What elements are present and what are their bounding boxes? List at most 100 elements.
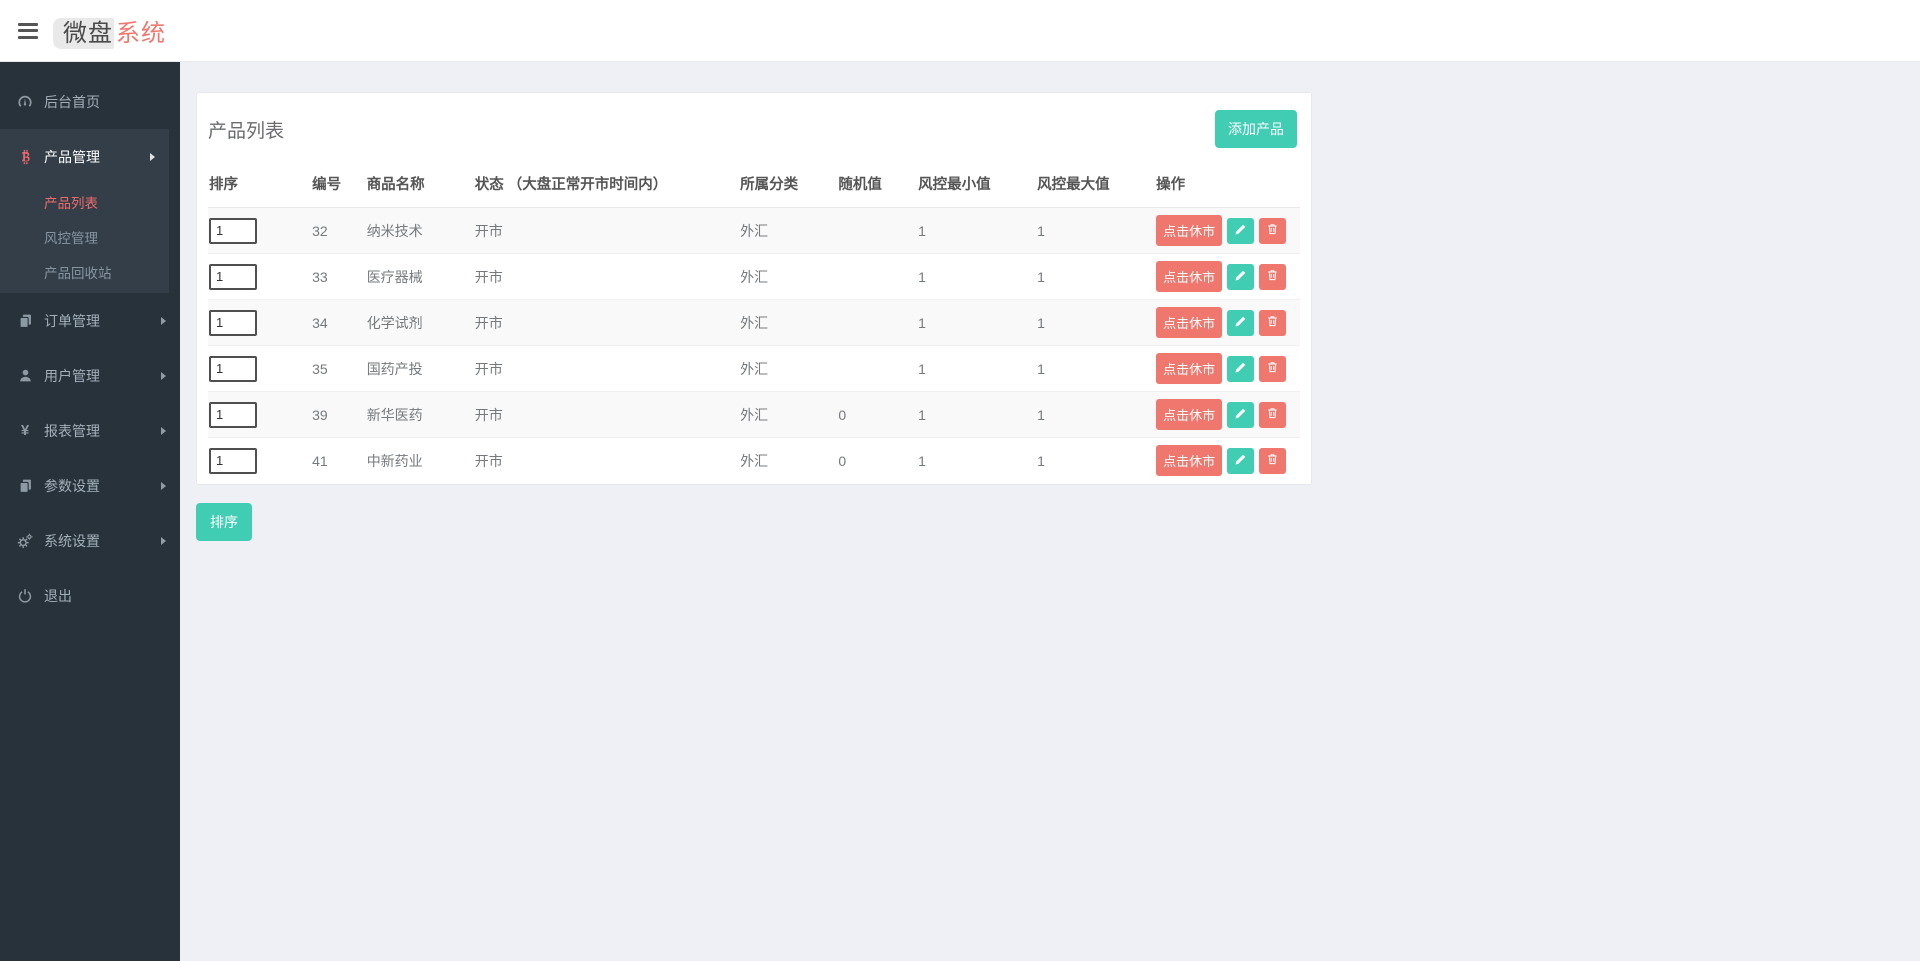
sidebar-item-label: 参数设置 — [44, 476, 100, 496]
hamburger-icon[interactable] — [16, 19, 40, 43]
edit-button[interactable] — [1227, 310, 1254, 336]
sidebar-item-user-management[interactable]: 用户管理 — [0, 348, 180, 403]
risk-min-cell: 1 — [910, 346, 1029, 392]
column-header: 风控最大值 — [1029, 161, 1148, 208]
category-cell: 外汇 — [732, 438, 830, 484]
delete-button[interactable] — [1259, 356, 1286, 382]
sidebar: 后台首页产品管理产品列表风控管理产品回收站订单管理用户管理 ¥报表管理参数设置系统… — [0, 62, 180, 961]
app-logo[interactable]: 微盘系统 — [53, 13, 166, 48]
status-cell: 开市 — [467, 208, 732, 254]
close-market-button[interactable]: 点击休市 — [1156, 307, 1222, 338]
table-row: 32纳米技术开市外汇11点击休市 — [208, 208, 1300, 254]
actions-cell: 点击休市 — [1148, 346, 1300, 392]
column-header: 排序 — [208, 161, 304, 208]
trash-icon — [1266, 360, 1279, 377]
edit-button[interactable] — [1227, 402, 1254, 428]
edit-button[interactable] — [1227, 218, 1254, 244]
table-row: 34化学试剂开市外汇11点击休市 — [208, 300, 1300, 346]
close-market-button[interactable]: 点击休市 — [1156, 399, 1222, 430]
chevron-right-icon — [161, 482, 166, 490]
table-row: 41中新药业开市外汇011点击休市 — [208, 438, 1300, 484]
status-cell: 开市 — [467, 438, 732, 484]
sidebar-item-product-management[interactable]: 产品管理 — [0, 129, 169, 184]
chevron-right-icon — [161, 427, 166, 435]
trash-icon — [1266, 406, 1279, 423]
edit-button[interactable] — [1227, 448, 1254, 474]
sort-order-input[interactable] — [209, 310, 257, 336]
column-header: 状态 （大盘正常开市时间内） — [467, 161, 732, 208]
top-bar: 微盘系统 — [0, 0, 1920, 62]
actions-cell: 点击休市 — [1148, 438, 1300, 484]
sort-order-input[interactable] — [209, 402, 257, 428]
risk-max-cell: 1 — [1029, 254, 1148, 300]
close-market-button[interactable]: 点击休市 — [1156, 215, 1222, 246]
sidebar-item-logout[interactable]: 退出 — [0, 568, 180, 623]
delete-button[interactable] — [1259, 402, 1286, 428]
product-name-cell: 新华医药 — [359, 392, 467, 438]
sidebar-item-label: 订单管理 — [44, 311, 100, 331]
edit-button[interactable] — [1227, 356, 1254, 382]
close-market-button[interactable]: 点击休市 — [1156, 445, 1222, 476]
column-header: 操作 — [1148, 161, 1300, 208]
random-value-cell: 0 — [830, 438, 910, 484]
sidebar-item-dashboard[interactable]: 后台首页 — [0, 74, 180, 129]
risk-min-cell: 1 — [910, 254, 1029, 300]
status-cell: 开市 — [467, 392, 732, 438]
copy-icon — [14, 478, 36, 494]
sort-order-input[interactable] — [209, 218, 257, 244]
row-actions: 点击休市 — [1156, 261, 1292, 292]
product-name-cell: 国药产投 — [359, 346, 467, 392]
delete-button[interactable] — [1259, 264, 1286, 290]
sidebar-group-product-management: 产品管理产品列表风控管理产品回收站 — [0, 129, 169, 293]
row-actions: 点击休市 — [1156, 215, 1292, 246]
delete-button[interactable] — [1259, 448, 1286, 474]
chevron-right-icon — [150, 153, 155, 161]
main-content: 产品列表 添加产品 排序编号商品名称状态 （大盘正常开市时间内）所属分类随机值风… — [180, 62, 1920, 961]
actions-cell: 点击休市 — [1148, 300, 1300, 346]
sidebar-item-label: 用户管理 — [44, 366, 100, 386]
product-id-cell: 34 — [304, 300, 359, 346]
sort-order-input[interactable] — [209, 264, 257, 290]
risk-min-cell: 1 — [910, 438, 1029, 484]
delete-button[interactable] — [1259, 218, 1286, 244]
table-row: 33医疗器械开市外汇11点击休市 — [208, 254, 1300, 300]
sort-cell — [208, 208, 304, 254]
column-header: 随机值 — [830, 161, 910, 208]
sort-cell — [208, 346, 304, 392]
risk-max-cell: 1 — [1029, 438, 1148, 484]
product-id-cell: 39 — [304, 392, 359, 438]
sidebar-submenu: 产品列表风控管理产品回收站 — [0, 184, 169, 293]
sidebar-item-parameter-settings[interactable]: 参数设置 — [0, 458, 180, 513]
sort-order-input[interactable] — [209, 356, 257, 382]
close-market-button[interactable]: 点击休市 — [1156, 353, 1222, 384]
sidebar-subitem-risk-management[interactable]: 风控管理 — [0, 219, 169, 254]
sidebar-nav: 后台首页产品管理产品列表风控管理产品回收站订单管理用户管理 ¥报表管理参数设置系统… — [0, 74, 180, 623]
risk-max-cell: 1 — [1029, 392, 1148, 438]
pencil-icon — [1234, 223, 1247, 239]
product-id-cell: 32 — [304, 208, 359, 254]
edit-button[interactable] — [1227, 264, 1254, 290]
sort-button[interactable]: 排序 — [196, 503, 252, 541]
sidebar-item-report-management[interactable]: ¥报表管理 — [0, 403, 180, 458]
product-id-cell: 33 — [304, 254, 359, 300]
trash-icon — [1266, 314, 1279, 331]
add-product-button[interactable]: 添加产品 — [1215, 110, 1297, 148]
actions-cell: 点击休市 — [1148, 208, 1300, 254]
actions-cell: 点击休市 — [1148, 254, 1300, 300]
product-id-cell: 35 — [304, 346, 359, 392]
close-market-button[interactable]: 点击休市 — [1156, 261, 1222, 292]
category-cell: 外汇 — [732, 208, 830, 254]
pencil-icon — [1234, 315, 1247, 331]
product-id-cell: 41 — [304, 438, 359, 484]
sidebar-item-order-management[interactable]: 订单管理 — [0, 293, 180, 348]
sidebar-subitem-product-list[interactable]: 产品列表 — [0, 184, 169, 219]
sort-cell — [208, 438, 304, 484]
delete-button[interactable] — [1259, 310, 1286, 336]
sidebar-item-label: 报表管理 — [44, 421, 100, 441]
page-title: 产品列表 — [208, 116, 284, 143]
sort-order-input[interactable] — [209, 448, 257, 474]
chevron-right-icon — [161, 372, 166, 380]
power-icon — [14, 588, 36, 604]
sidebar-subitem-product-recycle[interactable]: 产品回收站 — [0, 254, 169, 289]
sidebar-item-system-settings[interactable]: 系统设置 — [0, 513, 180, 568]
